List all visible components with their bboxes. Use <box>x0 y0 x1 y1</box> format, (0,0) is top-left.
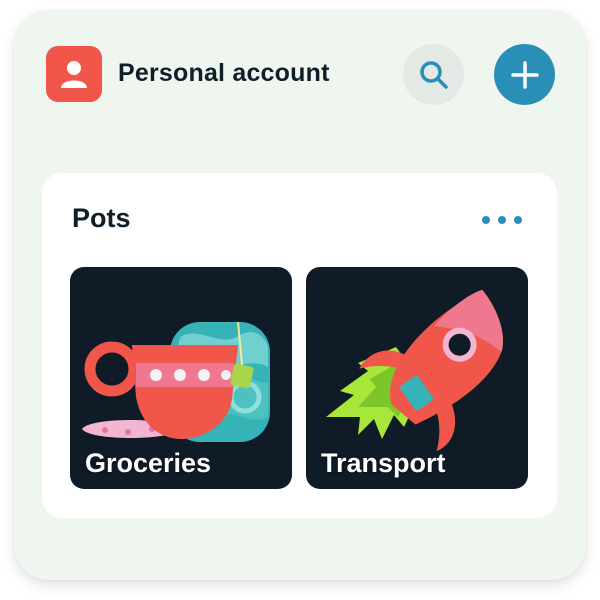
app-panel: Personal account Pots Groceries Transpor… <box>14 10 586 580</box>
more-options-button[interactable] <box>482 213 522 227</box>
more-icon-dot <box>482 216 490 224</box>
pot-groceries[interactable]: Groceries <box>70 267 292 489</box>
search-icon <box>419 60 448 89</box>
header: Personal account <box>46 44 556 106</box>
more-icon-dot <box>514 216 522 224</box>
pot-label: Transport <box>321 448 446 478</box>
user-icon <box>61 61 87 88</box>
account-name[interactable]: Personal account <box>118 59 330 88</box>
pots-title: Pots <box>72 203 131 233</box>
pots-card: Pots Groceries Transport <box>42 173 557 518</box>
search-button[interactable] <box>403 44 464 105</box>
add-button[interactable] <box>494 44 555 105</box>
more-icon-dot <box>498 216 506 224</box>
plus-icon <box>510 60 539 89</box>
pot-transport[interactable]: Transport <box>306 267 528 489</box>
account-avatar[interactable] <box>46 46 102 102</box>
pot-label: Groceries <box>85 448 212 478</box>
